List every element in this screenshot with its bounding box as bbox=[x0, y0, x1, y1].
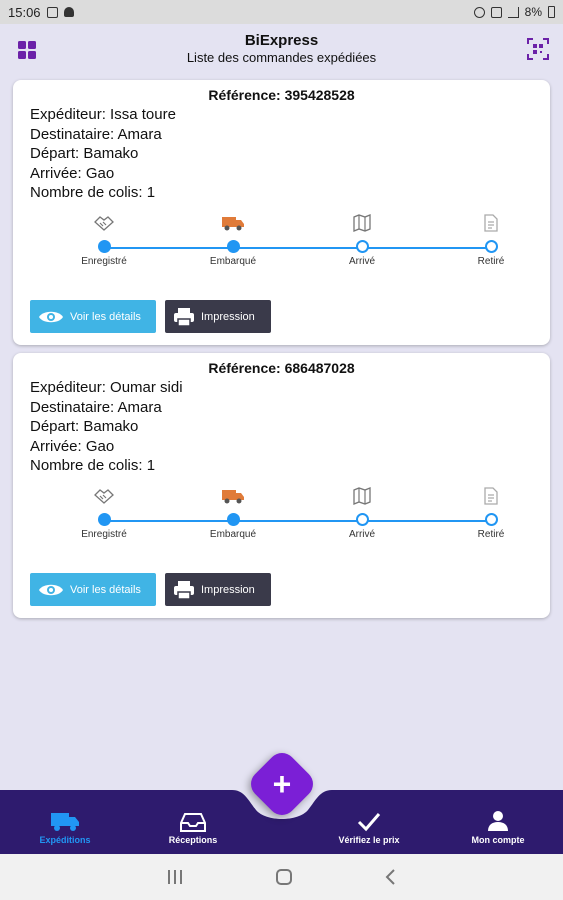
step-registered: Enregistré bbox=[64, 484, 144, 540]
step-label: Retiré bbox=[477, 528, 505, 540]
plus-icon[interactable]: + bbox=[256, 758, 308, 810]
nav-item-expeditions[interactable]: Expéditions bbox=[15, 790, 115, 845]
print-button[interactable]: Impression bbox=[165, 300, 271, 333]
print-label: Impression bbox=[201, 583, 255, 596]
nav-item-account[interactable]: Mon compte bbox=[448, 790, 548, 845]
system-navigation-bar bbox=[0, 854, 563, 900]
check-icon bbox=[357, 813, 381, 832]
nav-label: Expéditions bbox=[39, 835, 91, 845]
order-arrival: Arrivée: Gao bbox=[30, 164, 115, 182]
step-node bbox=[97, 512, 111, 526]
order-departure: Départ: Bamako bbox=[30, 145, 139, 162]
step-arrived: Arrivé bbox=[322, 211, 402, 267]
eye-icon bbox=[39, 311, 63, 322]
signal-icon bbox=[507, 6, 519, 18]
step-node bbox=[355, 512, 369, 526]
order-departure: Départ: Bamako bbox=[30, 418, 139, 435]
view-details-label: Voir les détails bbox=[70, 310, 141, 323]
nav-label: Vérifiez le prix bbox=[338, 835, 400, 845]
order-parcels: Nombre de colis: 1 bbox=[30, 184, 156, 201]
shipment-progress-tracker: Enregistré Embarqué Arrivé Retiré bbox=[13, 484, 550, 574]
printer-icon bbox=[174, 307, 194, 327]
step-node bbox=[226, 239, 240, 253]
step-node bbox=[355, 239, 369, 253]
app-title: BiExpress bbox=[244, 32, 319, 49]
user-icon bbox=[488, 811, 508, 831]
app-header: BiExpress Liste des commandes expédiées bbox=[0, 24, 563, 74]
step-shipped: Embarqué bbox=[193, 211, 273, 267]
grid-menu-icon[interactable] bbox=[18, 41, 36, 59]
notification-bell-icon bbox=[63, 7, 74, 17]
order-reference: Référence: 686487028 bbox=[208, 360, 355, 376]
order-reference: Référence: 395428528 bbox=[208, 87, 355, 103]
alarm-icon bbox=[473, 6, 485, 18]
step-shipped: Embarqué bbox=[193, 484, 273, 540]
nav-label: Réceptions bbox=[168, 835, 218, 845]
home-icon[interactable] bbox=[275, 868, 293, 886]
print-label: Impression bbox=[201, 310, 255, 323]
order-sender: Expéditeur: Oumar sidi bbox=[30, 379, 183, 396]
order-card: Référence: 395428528 Expéditeur: Issa to… bbox=[13, 80, 550, 345]
document-icon bbox=[484, 486, 498, 505]
map-icon bbox=[353, 486, 371, 505]
back-icon[interactable] bbox=[384, 868, 398, 886]
step-withdrawn: Retiré bbox=[451, 484, 531, 540]
order-card: Référence: 686487028 Expéditeur: Oumar s… bbox=[13, 353, 550, 618]
step-arrived: Arrivé bbox=[322, 484, 402, 540]
truck-icon bbox=[222, 489, 244, 503]
view-details-label: Voir les détails bbox=[70, 583, 141, 596]
nav-item-check-price[interactable]: Vérifiez le prix bbox=[319, 790, 419, 845]
view-details-button[interactable]: Voir les détails bbox=[30, 573, 156, 606]
step-node bbox=[226, 512, 240, 526]
inbox-icon bbox=[180, 813, 206, 832]
step-withdrawn: Retiré bbox=[451, 211, 531, 267]
nav-label: Mon compte bbox=[471, 835, 525, 845]
handshake-icon bbox=[94, 215, 114, 231]
order-recipient: Destinataire: Amara bbox=[30, 125, 162, 143]
image-notification-icon bbox=[46, 6, 58, 18]
step-registered: Enregistré bbox=[64, 211, 144, 267]
view-details-button[interactable]: Voir les détails bbox=[30, 300, 156, 333]
truck-icon bbox=[222, 216, 244, 230]
step-label: Embarqué bbox=[209, 255, 257, 267]
battery-percent: 8% bbox=[524, 5, 542, 19]
order-sender: Expéditeur: Issa toure bbox=[30, 106, 176, 123]
order-arrival: Arrivée: Gao bbox=[30, 437, 115, 455]
print-button[interactable]: Impression bbox=[165, 573, 271, 606]
handshake-icon bbox=[94, 488, 114, 504]
recent-apps-icon[interactable] bbox=[166, 869, 184, 885]
printer-icon bbox=[174, 580, 194, 600]
eye-icon bbox=[39, 584, 63, 595]
order-parcels: Nombre de colis: 1 bbox=[30, 457, 156, 474]
status-bar: 15:06 8% bbox=[0, 0, 563, 24]
step-node bbox=[97, 239, 111, 253]
page-subtitle: Liste des commandes expédiées bbox=[186, 50, 377, 65]
shipment-progress-tracker: Enregistré Embarqué Arrivé Retiré bbox=[13, 211, 550, 301]
nav-item-receptions[interactable]: Réceptions bbox=[143, 790, 243, 845]
qr-scan-icon[interactable] bbox=[527, 38, 549, 60]
document-icon bbox=[484, 213, 498, 232]
vibrate-icon bbox=[490, 6, 502, 18]
step-node bbox=[484, 512, 498, 526]
step-label: Arrivé bbox=[348, 528, 376, 540]
truck-icon bbox=[51, 813, 79, 831]
step-label: Enregistré bbox=[81, 528, 127, 540]
progress-line bbox=[104, 519, 491, 522]
step-label: Embarqué bbox=[209, 528, 257, 540]
battery-icon bbox=[548, 6, 555, 18]
order-recipient: Destinataire: Amara bbox=[30, 398, 162, 416]
step-label: Arrivé bbox=[348, 255, 376, 267]
step-node bbox=[484, 239, 498, 253]
status-time: 15:06 bbox=[8, 4, 41, 20]
step-label: Enregistré bbox=[81, 255, 127, 267]
map-icon bbox=[353, 213, 371, 232]
step-label: Retiré bbox=[477, 255, 505, 267]
progress-line bbox=[104, 246, 491, 249]
